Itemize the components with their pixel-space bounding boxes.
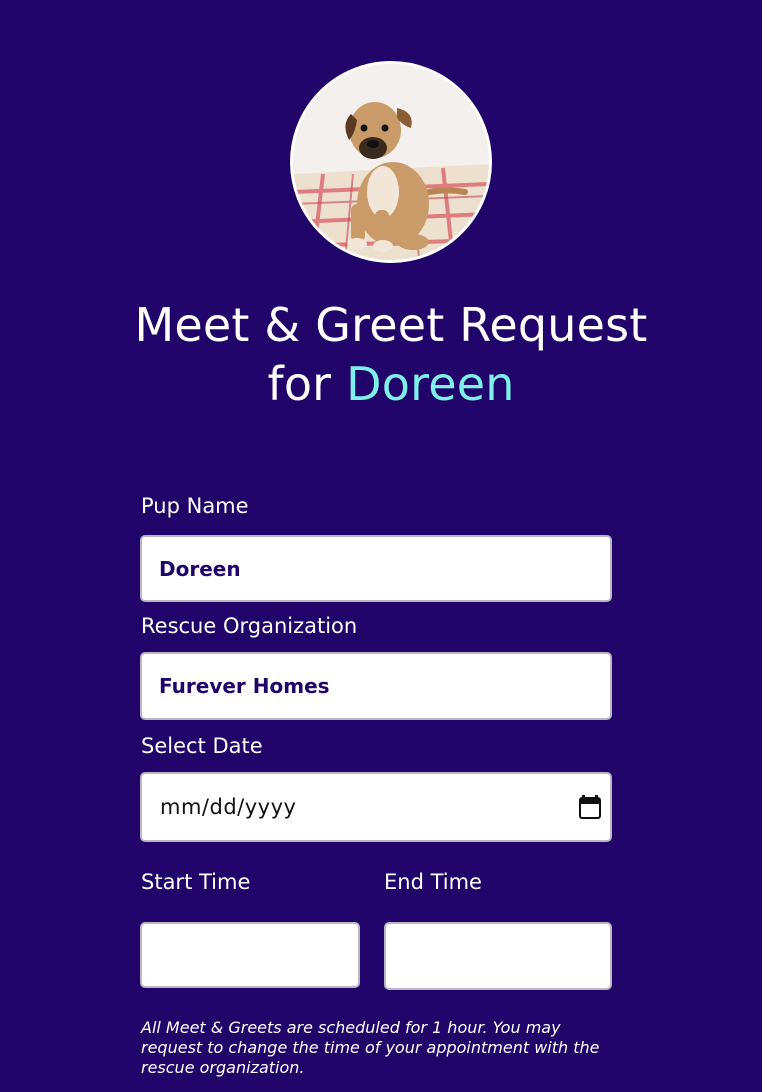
rescue-organization-label: Rescue Organization: [141, 614, 358, 638]
date-input[interactable]: mm/dd/yyyy: [140, 772, 612, 842]
pup-name-input[interactable]: Doreen: [140, 535, 612, 602]
select-date-label: Select Date: [141, 734, 263, 758]
title-line-1: Meet & Greet Request: [134, 298, 648, 352]
date-placeholder: mm/dd/yyyy: [160, 795, 297, 819]
pup-name-value: Doreen: [159, 556, 241, 581]
puppy-photo-icon: [293, 64, 489, 260]
title-for: for: [267, 357, 332, 411]
end-time-label: End Time: [384, 870, 482, 894]
rescue-organization-input[interactable]: Furever Homes: [140, 652, 612, 720]
title-pup-name: Doreen: [346, 357, 515, 411]
pup-avatar: [290, 61, 492, 263]
calendar-icon[interactable]: [579, 795, 601, 819]
rescue-organization-value: Furever Homes: [159, 674, 330, 698]
pup-name-label: Pup Name: [141, 494, 249, 518]
end-time-input[interactable]: [384, 922, 612, 990]
start-time-label: Start Time: [141, 870, 251, 894]
start-time-input[interactable]: [140, 922, 360, 988]
page-title: Meet & Greet Request for Doreen: [0, 296, 762, 414]
scheduling-note: All Meet & Greets are scheduled for 1 ho…: [141, 1018, 600, 1077]
